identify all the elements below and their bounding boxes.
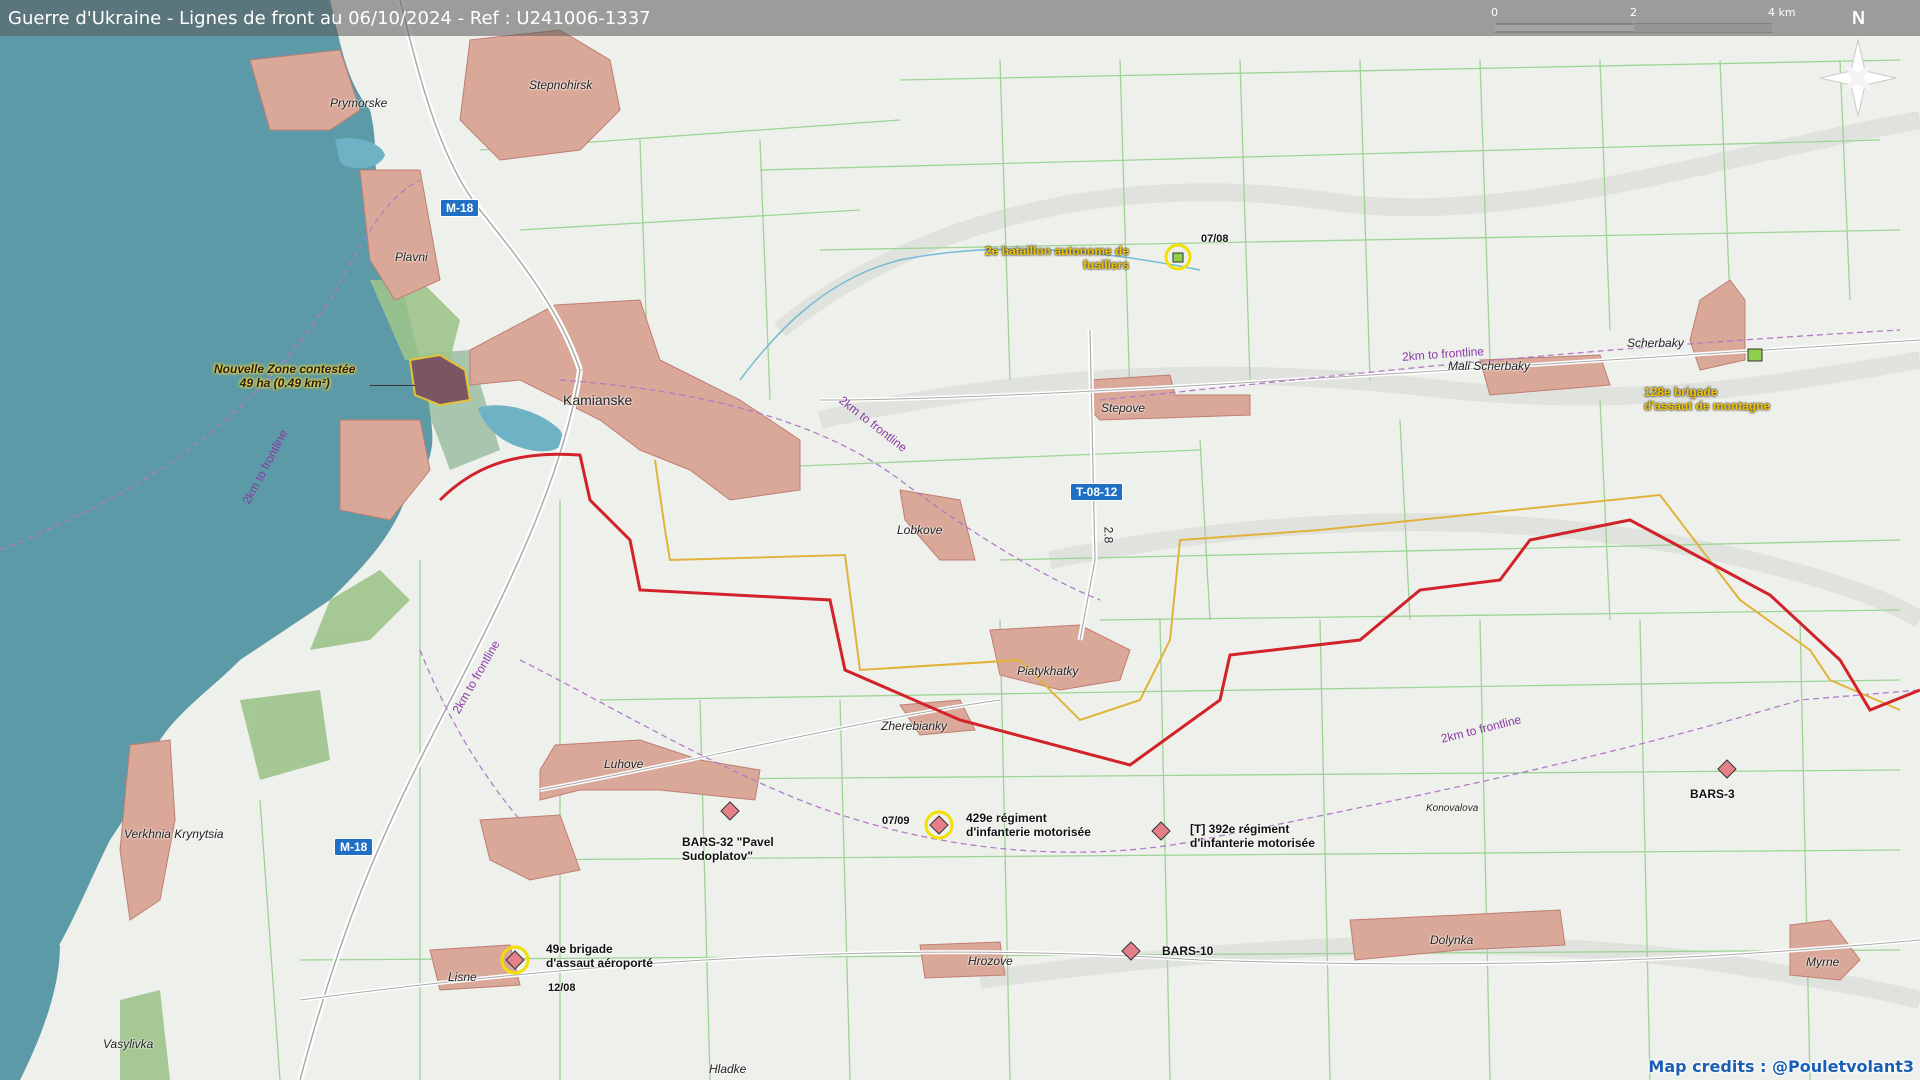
road-badge-t0812: T-08-12 [1070, 483, 1124, 501]
place-prymorske: Prymorske [330, 96, 388, 110]
unit-label-429e-regiment: 429e régiment d'infanterie motorisée [966, 811, 1091, 839]
unit-label-2e-bataillon: 2e bataillon autonome de fusiliers [985, 244, 1129, 272]
unit-128e-line1: 128e brigade [1644, 385, 1718, 399]
place-verkhnia-krynytsia: Verkhnia Krynytsia [124, 827, 224, 841]
contested-zone-leader [370, 385, 415, 386]
unit-marker-49e-brigade[interactable] [500, 945, 530, 975]
unit-bars32-line2: Sudoplatov" [682, 849, 754, 863]
scale-label-2: 2 [1630, 6, 1637, 19]
unit-bars3-line1: BARS-3 [1690, 787, 1735, 801]
place-piatykhatky: Piatykhatky [1017, 664, 1079, 678]
place-plavni: Plavni [395, 250, 428, 264]
road-badge-m18-top: M-18 [440, 199, 480, 217]
place-zherebianky: Zherebianky [881, 719, 948, 733]
place-lisne: Lisne [448, 970, 477, 984]
unit-49e-line1: 49e brigade [546, 942, 613, 956]
unit-bars10-line1: BARS-10 [1162, 944, 1214, 958]
scale-label-0: 0 [1491, 6, 1498, 19]
unit-128e-line2: d'assaut de montagne [1644, 399, 1771, 413]
place-lobkove: Lobkove [897, 523, 943, 537]
unit-label-392e-regiment: [T] 392e régiment d'infanterie motorisée [1190, 822, 1315, 850]
place-hladke: Hladke [709, 1062, 747, 1076]
place-mali-scherbaky: Mali Scherbaky [1448, 359, 1531, 373]
place-kamianske: Kamianske [563, 392, 633, 408]
contested-zone-title: Nouvelle Zone contestée [214, 362, 356, 376]
road-label-28: 2.8 [1101, 526, 1116, 544]
place-hrozove: Hrozove [968, 954, 1013, 968]
place-myrne: Myrne [1806, 955, 1840, 969]
place-konovalova: Konovalova [1426, 803, 1479, 814]
unit-marker-bars10[interactable] [1120, 940, 1142, 962]
north-label: N [1852, 8, 1865, 28]
unit-2e-line1: 2e bataillon autonome de [985, 244, 1130, 258]
place-stepnohirsk: Stepnohirsk [529, 78, 593, 92]
contested-zone-area: 49 ha (0.49 km²) [239, 376, 330, 390]
unit-label-bars3: BARS-3 [1690, 787, 1735, 801]
unit-label-49e-brigade: 49e brigade d'assaut aéroporté [546, 942, 653, 970]
unit-date-429e: 07/09 [882, 815, 910, 827]
unit-marker-392e-regiment[interactable] [1150, 820, 1172, 842]
unit-2e-line2: fusiliers [1083, 258, 1130, 272]
place-scherbaky: Scherbaky [1627, 336, 1684, 350]
place-luhove: Luhove [604, 757, 644, 771]
unit-label-bars32: BARS-32 "Pavel Sudoplatov" [682, 835, 774, 863]
unit-429e-line2: d'infanterie motorisée [966, 825, 1091, 839]
unit-392e-line2: d'infanterie motorisée [1190, 836, 1315, 850]
scale-label-4: 4 km [1768, 6, 1796, 19]
unit-marker-bars32[interactable] [719, 800, 741, 822]
unit-date-49e: 12/08 [548, 982, 576, 994]
unit-392e-line1: [T] 392e régiment [1190, 822, 1290, 836]
unit-marker-128e-brigade[interactable] [1745, 345, 1767, 367]
place-dolynka: Dolynka [1430, 933, 1474, 947]
unit-marker-2e-bataillon[interactable] [1164, 243, 1192, 271]
unit-label-128e-brigade: 128e brigade d'assaut de montagne [1644, 385, 1770, 413]
map-title: Guerre d'Ukraine - Lignes de front au 06… [8, 8, 651, 29]
unit-49e-line2: d'assaut aéroporté [546, 956, 653, 970]
unit-bars32-line1: BARS-32 "Pavel [682, 835, 774, 849]
map-credits: Map credits : @Pouletvolant3 [1648, 1057, 1914, 1076]
unit-429e-line1: 429e régiment [966, 811, 1047, 825]
contested-zone-label: Nouvelle Zone contestée 49 ha (0.49 km²) [214, 362, 355, 390]
unit-date-2e-bataillon: 07/08 [1201, 233, 1229, 245]
unit-marker-429e-regiment[interactable] [924, 810, 954, 840]
road-badge-m18-bottom: M-18 [334, 838, 374, 856]
place-stepove: Stepove [1101, 401, 1146, 415]
unit-marker-bars3[interactable] [1716, 758, 1738, 780]
unit-label-bars10: BARS-10 [1162, 944, 1213, 958]
map-canvas[interactable] [0, 0, 1920, 1080]
place-vasylivka: Vasylivka [103, 1037, 154, 1051]
